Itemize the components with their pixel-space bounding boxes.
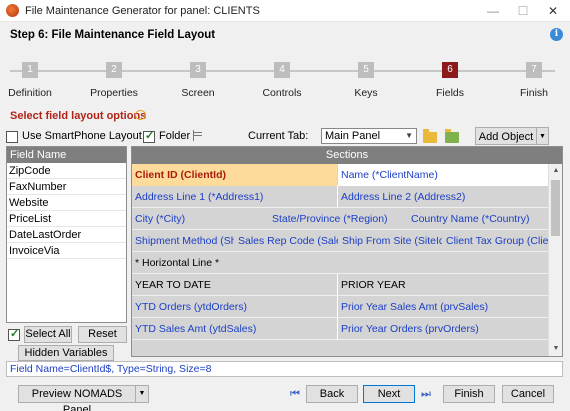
step-1-marker[interactable]: 1 (22, 62, 38, 78)
layout-field-client-id[interactable]: Client ID (ClientId) (132, 164, 337, 186)
field-list-header: Field Name (7, 147, 126, 163)
chevron-down-icon: ▼ (405, 131, 413, 140)
section-row: YTD Sales Amt (ytdSales) Prior Year Orde… (132, 318, 562, 340)
hidden-variables-button[interactable]: Hidden Variables (18, 345, 114, 361)
field-list-item[interactable]: ZipCode (7, 163, 126, 179)
layout-field-ytd-orders[interactable]: YTD Orders (ytdOrders) (132, 296, 337, 318)
step-7-marker[interactable]: 7 (526, 62, 542, 78)
step-7-label: Finish (519, 87, 548, 99)
section-row: Client ID (ClientId) Name (*ClientName) (132, 164, 562, 186)
layout-field-country[interactable]: Country Name (*Country) (408, 208, 549, 230)
section-row: City (*City) State/Province (*Region) Co… (132, 208, 562, 230)
step-title: Step 6: File Maintenance Field Layout (10, 29, 216, 41)
folder-label[interactable]: Folder (159, 130, 190, 142)
sections-header: Sections (132, 147, 562, 164)
last-page-icon[interactable]: ⏭ (421, 388, 431, 401)
first-page-icon[interactable]: ⏮ (290, 388, 300, 401)
grid-vertical-scrollbar[interactable]: ▲ ▼ (548, 164, 562, 356)
field-list-item[interactable]: InvoiceVia (7, 243, 126, 259)
finish-button[interactable]: Finish (443, 385, 495, 403)
folder-add-icon[interactable] (445, 129, 459, 143)
smartphone-layout-checkbox[interactable] (6, 131, 18, 143)
step-5-label: Keys (354, 87, 378, 99)
field-list-item[interactable]: FaxNumber (7, 179, 126, 195)
select-all-button[interactable]: Select All (24, 326, 72, 343)
current-tab-select[interactable]: Main Panel ▼ (321, 128, 417, 144)
next-button[interactable]: Next (363, 385, 415, 403)
layout-field-prv-orders[interactable]: Prior Year Orders (prvOrders) (338, 318, 549, 340)
current-tab-value: Main Panel (325, 130, 381, 142)
layout-field-ship-method[interactable]: Shipment Method (Ship'... (132, 230, 234, 252)
preview-dropdown-button[interactable]: ▼ (135, 385, 149, 403)
minimize-button[interactable]: — (478, 0, 508, 22)
step-4-marker[interactable]: 4 (274, 62, 290, 78)
folder-open-icon[interactable] (423, 129, 437, 143)
step-1-label: Definition (8, 87, 52, 99)
section-row: * Horizontal Line * (132, 252, 562, 274)
layout-field-ship-from-site[interactable]: Ship From Site (SiteId) (339, 230, 442, 252)
reset-button[interactable]: Reset (78, 326, 127, 343)
layout-horizontal-line[interactable]: * Horizontal Line * (132, 252, 549, 274)
cancel-button[interactable]: Cancel (502, 385, 554, 403)
close-button[interactable]: ✕ (538, 0, 568, 22)
step-2-marker[interactable]: 2 (106, 62, 122, 78)
step-4-label: Controls (262, 87, 302, 99)
current-tab-label: Current Tab: (248, 130, 309, 142)
step-3-marker[interactable]: 3 (190, 62, 206, 78)
field-list-item[interactable]: Website (7, 195, 126, 211)
section-row: YEAR TO DATE PRIOR YEAR (132, 274, 562, 296)
step-3-label: Screen (181, 87, 215, 99)
wizard-header: Step 6: File Maintenance Field Layout i (0, 22, 570, 50)
layout-field-prv-sales[interactable]: Prior Year Sales Amt (prvSales) (338, 296, 549, 318)
section-row: YTD Orders (ytdOrders) Prior Year Sales … (132, 296, 562, 318)
title-bar: File Maintenance Generator for panel: CL… (0, 0, 570, 22)
scroll-up-icon[interactable]: ▲ (549, 164, 562, 178)
section-row: Address Line 1 (*Address1) Address Line … (132, 186, 562, 208)
folder-tree-icon[interactable] (193, 130, 204, 141)
layout-field-ytd-sales[interactable]: YTD Sales Amt (ytdSales) (132, 318, 337, 340)
back-button[interactable]: Back (306, 385, 358, 403)
add-object-button[interactable]: Add Object (475, 127, 537, 145)
field-list: Field Name ZipCode FaxNumber Website Pri… (6, 146, 127, 323)
field-list-item[interactable]: DateLastOrder (7, 227, 126, 243)
select-all-checkbox[interactable] (8, 327, 20, 341)
section-row: Shipment Method (Ship'... Sales Rep Code… (132, 230, 562, 252)
section-title: Select field layout options (10, 110, 147, 122)
layout-field-address1[interactable]: Address Line 1 (*Address1) (132, 186, 337, 208)
wizard-steps: 1 Definition 2 Properties 3 Screen 4 Con… (0, 50, 570, 102)
layout-text-prior-year[interactable]: PRIOR YEAR (338, 274, 549, 296)
layout-field-region[interactable]: State/Province (*Region) (269, 208, 407, 230)
step-5-marker[interactable]: 5 (358, 62, 374, 78)
layout-field-tax-group[interactable]: Client Tax Group (Client'... (443, 230, 549, 252)
field-list-item[interactable]: PriceList (7, 211, 126, 227)
layout-field-city[interactable]: City (*City) (132, 208, 267, 230)
layout-field-sales-rep[interactable]: Sales Rep Code (Sales... (235, 230, 338, 252)
smartphone-layout-label[interactable]: Use SmartPhone Layout (22, 130, 142, 142)
layout-field-client-name[interactable]: Name (*ClientName) (338, 164, 549, 186)
preview-nomads-panel-button[interactable]: Preview NOMADS Panel (18, 385, 136, 411)
layout-field-address2[interactable]: Address Line 2 (Address2) (338, 186, 549, 208)
help-bubble-icon[interactable] (135, 110, 146, 120)
scroll-thumb[interactable] (551, 180, 560, 236)
window-title: File Maintenance Generator for panel: CL… (25, 5, 260, 17)
maximize-button[interactable]: ☐ (508, 0, 538, 22)
step-2-label: Properties (90, 87, 138, 99)
info-icon[interactable]: i (550, 28, 563, 41)
add-object-dropdown-button[interactable]: ▼ (536, 127, 549, 145)
layout-text-year-to-date[interactable]: YEAR TO DATE (132, 274, 337, 296)
sections-grid: Sections Client ID (ClientId) Name (*Cli… (131, 146, 563, 357)
field-status-line: Field Name=ClientId$, Type=String, Size=… (6, 361, 563, 377)
folder-checkbox[interactable] (143, 129, 155, 143)
app-logo-icon (6, 4, 19, 17)
step-6-marker[interactable]: 6 (442, 62, 458, 78)
step-6-label: Fields (435, 87, 464, 99)
scroll-down-icon[interactable]: ▼ (549, 342, 562, 356)
